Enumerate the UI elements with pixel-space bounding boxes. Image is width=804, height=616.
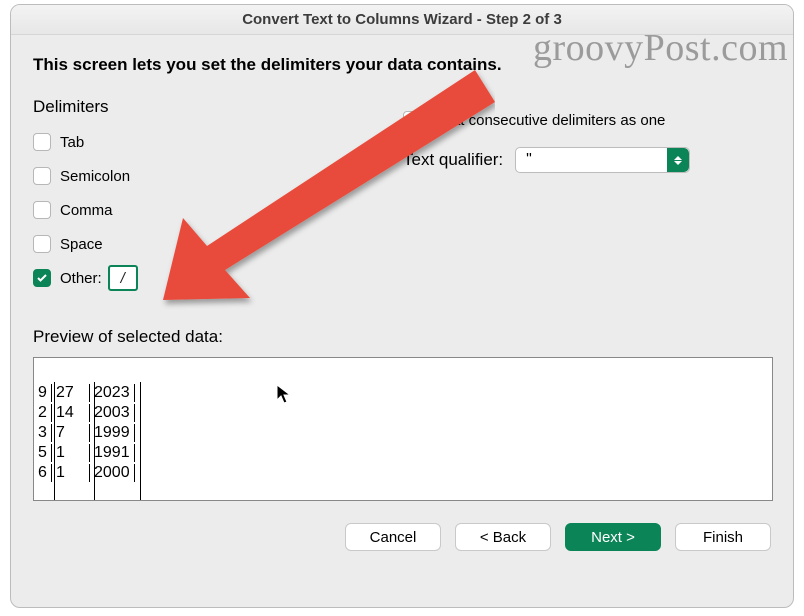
back-button[interactable]: < Back xyxy=(455,523,551,551)
next-button[interactable]: Next > xyxy=(565,523,661,551)
other-label: Other: xyxy=(60,270,102,287)
table-row: 2142003 xyxy=(36,404,135,422)
instruction-text: This screen lets you set the delimiters … xyxy=(33,55,771,75)
tab-checkbox[interactable] xyxy=(33,133,51,151)
comma-label: Comma xyxy=(60,202,113,219)
other-checkbox[interactable] xyxy=(33,269,51,287)
wizard-dialog: Convert Text to Columns Wizard - Step 2 … xyxy=(10,4,794,608)
table-row: 511991 xyxy=(36,444,135,462)
other-delimiter-input[interactable] xyxy=(108,265,138,291)
preview-table: 9272023 2142003 371999 511991 612000 xyxy=(34,382,137,484)
text-qualifier-label: Text qualifier: xyxy=(403,150,503,170)
tab-label: Tab xyxy=(60,134,84,151)
dialog-title: Convert Text to Columns Wizard - Step 2 … xyxy=(11,5,793,35)
table-row: 371999 xyxy=(36,424,135,442)
preview-section-label: Preview of selected data: xyxy=(33,327,771,347)
space-label: Space xyxy=(60,236,103,253)
semicolon-label: Semicolon xyxy=(60,168,130,185)
semicolon-checkbox[interactable] xyxy=(33,167,51,185)
delimiters-group-label: Delimiters xyxy=(33,97,403,117)
treat-consecutive-checkbox[interactable] xyxy=(403,111,421,129)
text-qualifier-select[interactable]: " xyxy=(515,147,690,173)
space-checkbox[interactable] xyxy=(33,235,51,253)
data-preview-pane: 9272023 2142003 371999 511991 612000 xyxy=(33,357,773,501)
text-qualifier-value: " xyxy=(516,151,667,169)
cancel-button[interactable]: Cancel xyxy=(345,523,441,551)
finish-button[interactable]: Finish xyxy=(675,523,771,551)
dropdown-stepper-icon xyxy=(667,148,689,172)
treat-consecutive-label: Treat consecutive delimiters as one xyxy=(430,112,665,129)
table-row: 9272023 xyxy=(36,384,135,402)
table-row: 612000 xyxy=(36,464,135,482)
comma-checkbox[interactable] xyxy=(33,201,51,219)
